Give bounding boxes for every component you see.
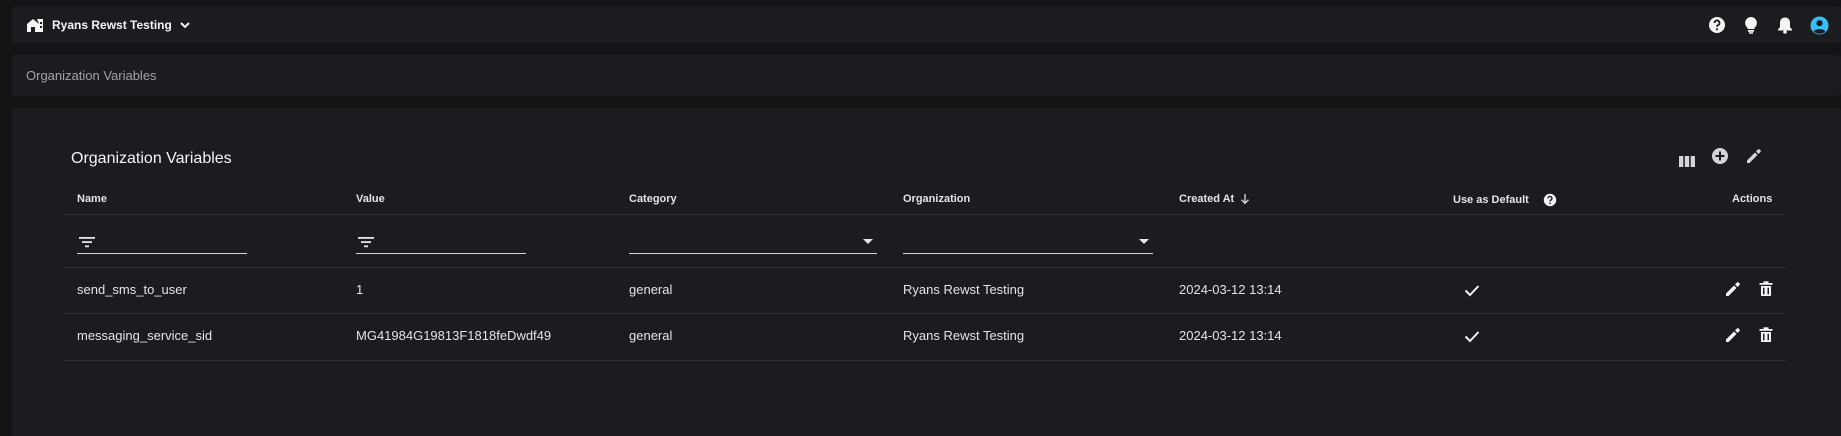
- help-icon[interactable]: [1707, 15, 1727, 35]
- cell-name: messaging_service_sid: [77, 328, 213, 343]
- cell-category: general: [629, 282, 673, 297]
- column-header-created-at[interactable]: Created At: [1179, 193, 1250, 205]
- sort-arrow-down-icon: [1240, 193, 1250, 205]
- column-header-label: Organization: [903, 193, 971, 205]
- column-header-actions: Actions: [1732, 193, 1772, 205]
- row-divider: [64, 313, 1786, 314]
- cell-created-at: 2024-03-12 13:14: [1179, 282, 1282, 297]
- category-filter-select[interactable]: [629, 230, 877, 254]
- header-divider: [64, 214, 1786, 215]
- cell-organization: Ryans Rewst Testing: [903, 282, 1025, 297]
- breadcrumb-current: Organization Variables: [26, 68, 157, 83]
- cell-value: MG41984G19813F1818feDwdf49: [356, 328, 552, 343]
- delete-row-button[interactable]: [1756, 279, 1776, 299]
- column-header-label: Created At: [1179, 193, 1235, 205]
- check-icon: [1462, 280, 1482, 300]
- account-icon[interactable]: [1809, 15, 1829, 35]
- breadcrumb: Organization Variables: [12, 55, 1841, 96]
- edit-icon[interactable]: [1743, 145, 1765, 167]
- lightbulb-icon[interactable]: [1741, 15, 1761, 35]
- cell-value: 1: [356, 282, 364, 297]
- main-panel: [12, 108, 1841, 436]
- filter-icon: [78, 235, 96, 249]
- help-icon[interactable]: [1543, 193, 1557, 207]
- row-divider: [64, 360, 1786, 361]
- add-circle-icon[interactable]: [1709, 145, 1731, 167]
- org-switcher[interactable]: Ryans Rewst Testing: [26, 15, 190, 35]
- delete-row-button[interactable]: [1756, 325, 1776, 345]
- filter-divider: [64, 267, 1786, 268]
- dropdown-caret-icon: [1139, 239, 1149, 244]
- table-toolbar: [1672, 145, 1782, 169]
- cell-organization: Ryans Rewst Testing: [903, 328, 1025, 343]
- page-title: Organization Variables: [71, 150, 232, 167]
- columns-icon[interactable]: [1676, 150, 1698, 172]
- column-header-label: Value: [356, 193, 385, 205]
- column-header-label: Use as Default: [1453, 194, 1529, 206]
- top-app-bar: Ryans Rewst Testing: [12, 6, 1841, 43]
- home-building-icon: [26, 17, 44, 33]
- column-header-label: Category: [629, 193, 677, 205]
- cell-category: general: [629, 328, 673, 343]
- dropdown-caret-icon: [863, 239, 873, 244]
- edit-row-button[interactable]: [1723, 325, 1743, 345]
- filter-icon: [357, 235, 375, 249]
- column-header-name[interactable]: Name: [77, 193, 107, 205]
- column-header-value[interactable]: Value: [356, 193, 385, 205]
- chevron-down-icon: [180, 21, 190, 29]
- cell-name: send_sms_to_user: [77, 282, 187, 297]
- organization-filter-select[interactable]: [903, 230, 1153, 254]
- name-filter-input[interactable]: [77, 230, 247, 254]
- column-header-organization[interactable]: Organization: [903, 193, 970, 205]
- column-header-category[interactable]: Category: [629, 193, 677, 205]
- value-filter-input[interactable]: [356, 230, 526, 254]
- column-header-use-as-default[interactable]: Use as Default: [1453, 193, 1557, 207]
- header-actions: [1707, 14, 1829, 36]
- bell-icon[interactable]: [1775, 15, 1795, 35]
- edit-row-button[interactable]: [1723, 279, 1743, 299]
- org-name: Ryans Rewst Testing: [52, 18, 172, 32]
- check-icon: [1462, 326, 1482, 346]
- column-header-label: Name: [77, 193, 107, 205]
- column-header-label: Actions: [1732, 193, 1773, 205]
- cell-created-at: 2024-03-12 13:14: [1179, 328, 1282, 343]
